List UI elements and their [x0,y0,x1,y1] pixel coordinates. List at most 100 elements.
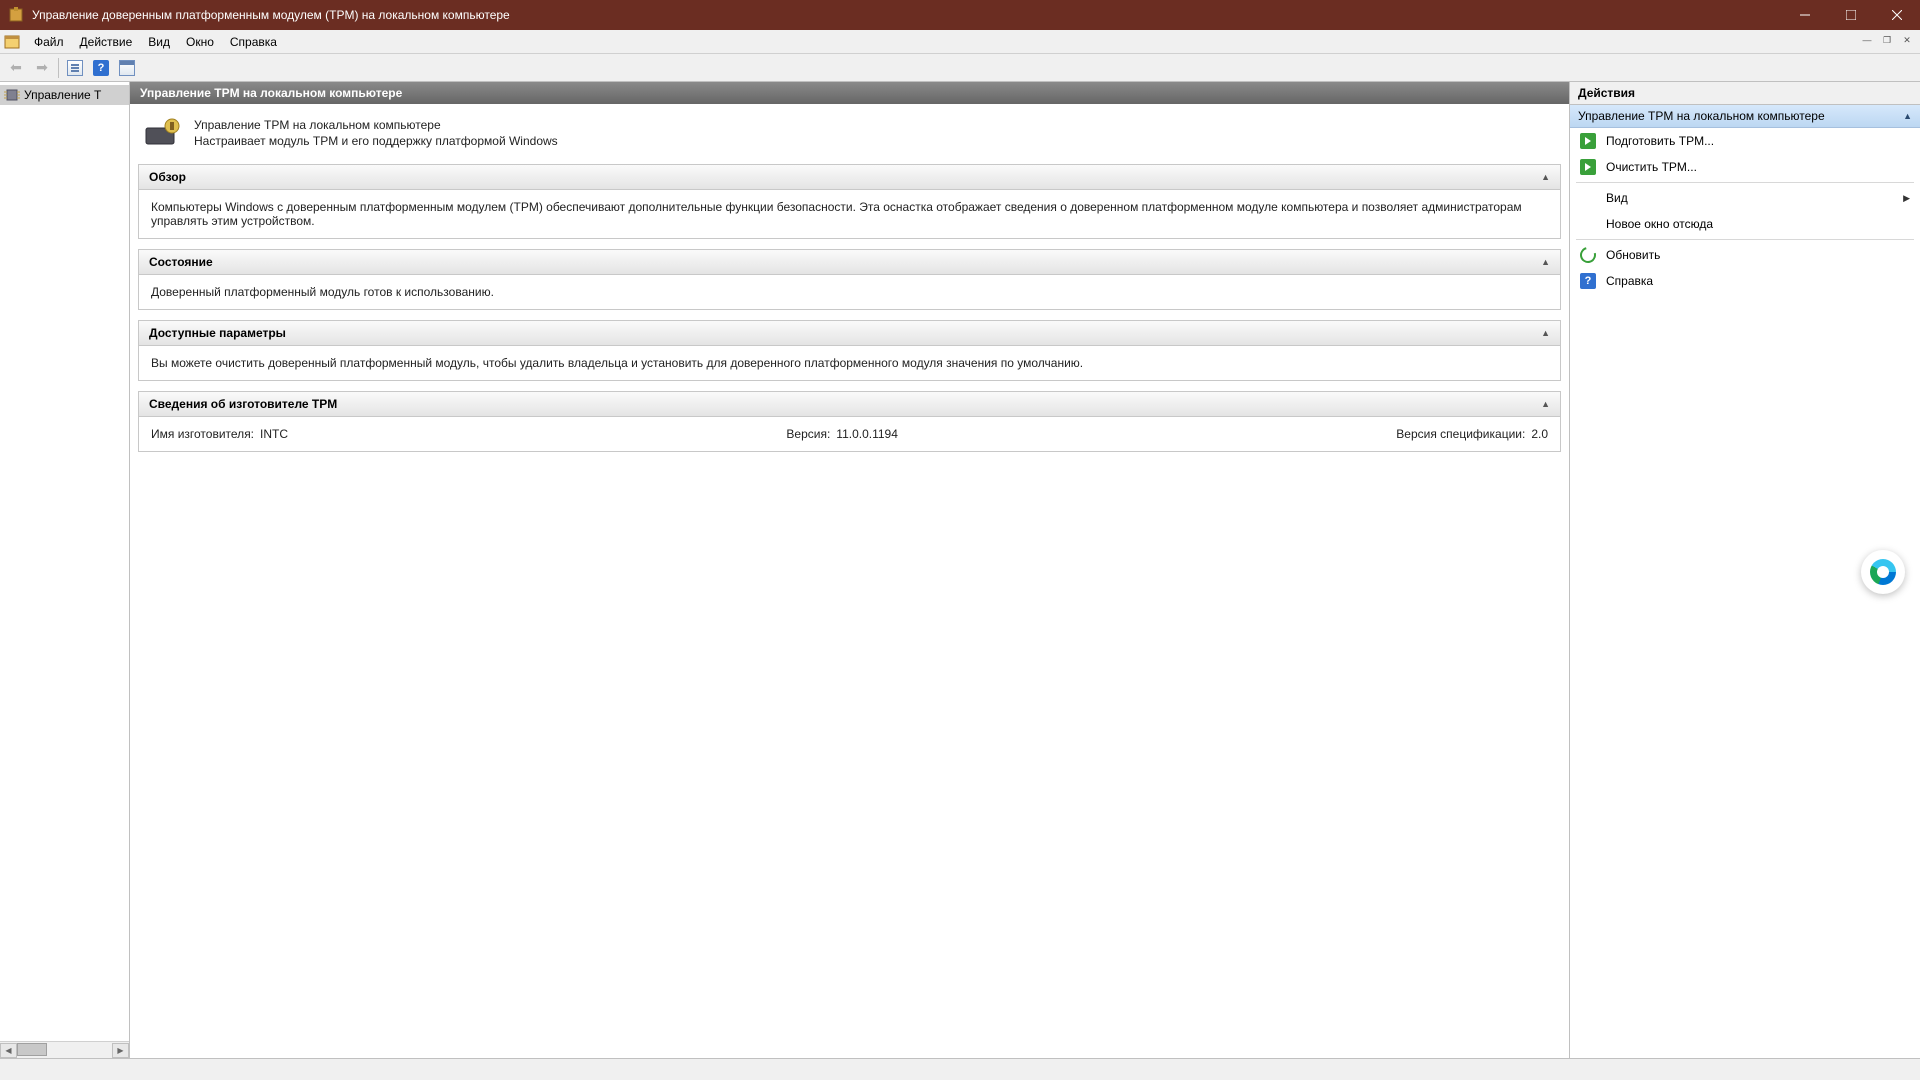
edge-floating-icon[interactable] [1861,550,1905,594]
mdi-minimize-button[interactable]: — [1858,32,1876,48]
workspace: Управление T ◀ ▶ Управление TPM на локал… [0,82,1920,1058]
action-clear-tpm[interactable]: Очистить TPM... [1570,154,1920,180]
panel-status-body: Доверенный платформенный модуль готов к … [139,275,1560,309]
scroll-left-button[interactable]: ◀ [0,1043,17,1058]
center-body: Управление TPM на локальном компьютере Н… [130,104,1569,1058]
play-icon [1580,159,1596,175]
collapse-icon: ▲ [1541,328,1550,338]
help-button[interactable]: ? [89,56,113,80]
tree-pane: Управление T ◀ ▶ [0,82,130,1058]
action-refresh[interactable]: Обновить [1570,242,1920,268]
menu-action[interactable]: Действие [72,32,141,52]
tree-root-item[interactable]: Управление T [0,85,129,105]
actions-pane-title: Действия [1570,82,1920,105]
properties-icon [67,60,83,76]
tpm-chip-icon [4,87,20,103]
panel-options-title: Доступные параметры [149,326,286,340]
menu-file[interactable]: Файл [26,32,72,52]
action-prepare-tpm[interactable]: Подготовить TPM... [1570,128,1920,154]
action-new-window[interactable]: Новое окно отсюда [1570,211,1920,237]
panel-status-title: Состояние [149,255,213,269]
action-separator [1576,182,1914,183]
tpm-intro-icon [142,118,182,150]
arrow-right-icon: ➡ [36,59,48,76]
status-bar [0,1058,1920,1080]
collapse-icon: ▲ [1541,399,1550,409]
action-prepare-label: Подготовить TPM... [1606,134,1910,148]
properties-button[interactable] [63,56,87,80]
menu-help[interactable]: Справка [222,32,285,52]
action-refresh-label: Обновить [1606,248,1910,262]
tree-horizontal-scrollbar[interactable]: ◀ ▶ [0,1041,129,1058]
scroll-right-button[interactable]: ▶ [112,1043,129,1058]
center-pane: Управление TPM на локальном компьютере У… [130,82,1570,1058]
action-help[interactable]: ? Справка [1570,268,1920,294]
manufacturer-version-value: 11.0.0.1194 [836,427,898,441]
nav-back-button: ⬅ [4,56,28,80]
arrow-left-icon: ⬅ [10,59,22,76]
tree-root-label: Управление T [24,88,101,102]
panel-manufacturer: Сведения об изготовителе TPM ▲ Имя изгот… [138,391,1561,452]
panel-overview-title: Обзор [149,170,186,184]
refresh-icon [1577,244,1599,266]
panel-overview-body: Компьютеры Windows с доверенным платформ… [139,190,1560,238]
panel-options: Доступные параметры ▲ Вы можете очистить… [138,320,1561,381]
window-title: Управление доверенным платформенным моду… [32,8,1782,22]
manufacturer-name-label: Имя изготовителя: [151,427,254,441]
action-separator [1576,239,1914,240]
center-title: Управление TPM на локальном компьютере [130,82,1569,104]
toolbar-separator [58,58,59,78]
maximize-button[interactable] [1828,0,1874,30]
panel-status: Состояние ▲ Доверенный платформенный мод… [138,249,1561,310]
panel-manufacturer-title: Сведения об изготовителе TPM [149,397,337,411]
panel-status-header[interactable]: Состояние ▲ [139,250,1560,275]
mmc-icon [4,34,20,50]
menu-view[interactable]: Вид [140,32,178,52]
spacer [1580,216,1596,232]
title-bar: Управление доверенным платформенным моду… [0,0,1920,30]
menu-bar: Файл Действие Вид Окно Справка — ❐ ✕ [0,30,1920,54]
manufacturer-spec-label: Версия спецификации: [1396,427,1525,441]
collapse-icon: ▲ [1541,257,1550,267]
panel-options-header[interactable]: Доступные параметры ▲ [139,321,1560,346]
play-icon [1580,133,1596,149]
minimize-button[interactable] [1782,0,1828,30]
toolbar: ⬅ ➡ ? [0,54,1920,82]
tree-body: Управление T [0,82,129,1041]
app-icon [8,7,24,23]
mdi-close-button[interactable]: ✕ [1898,32,1916,48]
close-button[interactable] [1874,0,1920,30]
action-view-label: Вид [1606,191,1893,205]
nav-forward-button: ➡ [30,56,54,80]
submenu-arrow-icon: ▶ [1903,193,1910,204]
manufacturer-name-value: INTC [260,427,288,441]
action-view[interactable]: Вид ▶ [1570,185,1920,211]
intro-line1: Управление TPM на локальном компьютере [194,118,558,132]
intro-line2: Настраивает модуль TPM и его поддержку п… [194,134,558,148]
collapse-icon: ▲ [1541,172,1550,182]
actions-group-header[interactable]: Управление TPM на локальном компьютере ▲ [1570,105,1920,128]
mdi-restore-button[interactable]: ❐ [1878,32,1896,48]
manufacturer-spec-value: 2.0 [1531,427,1548,441]
action-help-label: Справка [1606,274,1910,288]
scroll-track[interactable] [17,1043,112,1058]
action-clear-label: Очистить TPM... [1606,160,1910,174]
menu-window[interactable]: Окно [178,32,222,52]
manufacturer-version-label: Версия: [786,427,830,441]
intro-row: Управление TPM на локальном компьютере Н… [138,112,1561,164]
manufacturer-row: Имя изготовителя: INTC Версия: 11.0.0.11… [151,427,1548,441]
panel-overview: Обзор ▲ Компьютеры Windows с доверенным … [138,164,1561,239]
panel-options-body: Вы можете очистить доверенный платформен… [139,346,1560,380]
panel-manufacturer-header[interactable]: Сведения об изготовителе TPM ▲ [139,392,1560,417]
edge-logo-icon [1870,559,1896,585]
spacer [1580,190,1596,206]
actions-group-title: Управление TPM на локальном компьютере [1578,109,1825,123]
scroll-thumb[interactable] [17,1043,47,1056]
collapse-icon: ▲ [1903,111,1912,121]
panel-overview-header[interactable]: Обзор ▲ [139,165,1560,190]
action-new-window-label: Новое окно отсюда [1606,217,1910,231]
window-icon [119,60,135,76]
help-icon: ? [1580,273,1596,289]
help-icon: ? [93,60,109,76]
show-hide-tree-button[interactable] [115,56,139,80]
